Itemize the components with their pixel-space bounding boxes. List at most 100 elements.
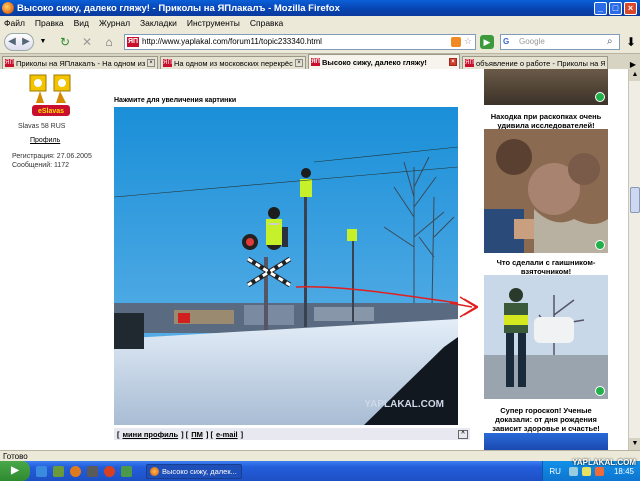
url-text[interactable]: http://www.yaplakal.com/forum11/topic233… <box>142 37 451 46</box>
page-content: eSlavas Slavas 58 RUS Профиль Регистраци… <box>0 69 628 450</box>
window-title-bar[interactable]: Высоко сижу, далеко гляжу! - Приколы на … <box>0 0 640 16</box>
ad-caption[interactable]: Супер гороскоп! Ученые доказали: от дня … <box>484 406 608 433</box>
taskbar-window-item[interactable]: Высоко сижу, далек... <box>146 463 242 479</box>
firefox-logo-icon <box>2 2 14 14</box>
address-bar[interactable]: ЯП http://www.yaplakal.com/forum11/topic… <box>124 33 476 50</box>
back-arrow-icon[interactable]: ◀ <box>8 36 16 47</box>
download-icon[interactable]: ⬇ <box>626 35 636 49</box>
search-box[interactable]: G Google ⌕ <box>500 33 620 50</box>
dropdown-icon[interactable]: ▼ <box>36 35 50 49</box>
ad-indicator-icon <box>595 240 605 250</box>
tray-app-icon[interactable] <box>594 466 604 476</box>
post-photo[interactable]: YAPLAKAL.COM <box>114 107 458 425</box>
quicklaunch-opera-icon[interactable] <box>104 465 115 477</box>
search-icon[interactable]: ⌕ <box>607 36 619 47</box>
start-button[interactable]: ▶ <box>0 461 30 481</box>
tab-close-icon[interactable]: × <box>147 59 155 67</box>
ad-image[interactable] <box>484 69 608 105</box>
tray-network-icon[interactable] <box>568 466 578 476</box>
tab-3-active[interactable]: ЯП Высоко сижу, далеко гляжу! × <box>308 54 460 69</box>
scroll-up-arrow-icon[interactable]: ▲ <box>629 69 640 81</box>
quicklaunch-ie-icon[interactable] <box>36 465 47 477</box>
post-count: Сообщений: 1172 <box>12 162 70 169</box>
sidebar-ads: Находка при раскопках очень удивила иссл… <box>478 69 610 450</box>
tab-favicon-icon: ЯП <box>163 59 172 67</box>
status-bar: Готово <box>0 450 640 461</box>
tab-label: Высоко сижу, далеко гляжу! <box>322 57 427 67</box>
close-button[interactable]: × <box>624 1 637 15</box>
post-area: Нажмите для увеличения картинки YAPLAKAL… <box>110 69 480 450</box>
clock: 18:45 <box>613 466 634 476</box>
ad-item[interactable] <box>484 275 608 399</box>
quicklaunch-app-icon[interactable] <box>87 465 98 477</box>
stop-icon[interactable]: ✕ <box>80 35 94 49</box>
quicklaunch-desktop-icon[interactable] <box>53 465 64 477</box>
maximize-button[interactable]: □ <box>609 1 622 15</box>
registration-date: Регистрация: 27.06.2005 <box>12 153 92 160</box>
firefox-icon <box>150 466 159 476</box>
window-title: Высоко сижу, далеко гляжу! - Приколы на … <box>17 2 340 14</box>
forward-arrow-icon[interactable]: ▶ <box>22 36 30 47</box>
ad-image[interactable] <box>484 275 608 399</box>
tab-1[interactable]: ЯП Приколы на ЯПлакалъ - На одном из ...… <box>2 56 158 69</box>
ad-item[interactable]: Находка при раскопках очень удивила иссл… <box>484 109 608 130</box>
quicklaunch-firefox-icon[interactable] <box>70 465 81 477</box>
ad-item[interactable] <box>484 433 608 450</box>
ad-caption[interactable]: Находка при раскопках очень удивила иссл… <box>484 112 608 130</box>
menu-bar: Файл Правка Вид Журнал Закладки Инструме… <box>0 16 640 30</box>
status-text: Готово <box>3 452 28 461</box>
tab-bar: ЯП Приколы на ЯПлакалъ - На одном из ...… <box>0 54 640 69</box>
menu-view[interactable]: Вид <box>74 18 89 28</box>
tab-favicon-icon: ЯП <box>311 58 320 66</box>
bookmark-star-icon[interactable]: ☆ <box>464 36 472 47</box>
ad-item[interactable]: Супер гороскоп! Ученые доказали: от дня … <box>484 403 608 433</box>
ad-indicator-icon <box>595 386 605 396</box>
tab-close-icon[interactable]: × <box>449 58 457 66</box>
quicklaunch-green-app-icon[interactable] <box>121 465 132 477</box>
tab-label: Приколы на ЯПлакалъ - На одном из ... <box>16 58 145 68</box>
menu-help[interactable]: Справка <box>250 18 283 28</box>
scroll-thumb[interactable] <box>630 187 640 213</box>
mini-profile-link[interactable]: мини профиль <box>123 430 179 439</box>
ad-image[interactable] <box>484 129 608 253</box>
language-indicator[interactable]: RU <box>549 467 561 476</box>
ad-caption[interactable]: Что сделали с гаишником-взяточником! <box>484 258 608 276</box>
user-stats: Регистрация: 27.06.2005 Сообщений: 1172 <box>12 152 92 170</box>
search-placeholder[interactable]: Google <box>519 37 607 46</box>
photo-watermark: YAPLAKAL.COM <box>364 399 444 410</box>
scroll-to-top-icon[interactable]: ^ <box>458 429 468 439</box>
scroll-down-arrow-icon[interactable]: ▼ <box>629 438 640 450</box>
site-favicon-icon: ЯП <box>127 36 139 47</box>
email-link[interactable]: e-mail <box>216 430 238 439</box>
menu-edit[interactable]: Правка <box>35 18 64 28</box>
menu-history[interactable]: Журнал <box>99 18 130 28</box>
go-button[interactable]: ▶ <box>480 34 494 49</box>
menu-file[interactable]: Файл <box>4 18 25 28</box>
page-scrollbar[interactable]: ▲ ▼ <box>628 69 640 450</box>
tab-2[interactable]: ЯП На одном из московских перекрёстк... … <box>160 56 306 69</box>
user-avatar: eSlavas <box>28 73 74 123</box>
ad-item[interactable] <box>484 69 608 105</box>
navigation-toolbar: ◀ ▶ ▼ ↻ ✕ ⌂ ЯП http://www.yaplakal.com/f… <box>0 30 640 54</box>
reload-icon[interactable]: ↻ <box>58 35 72 49</box>
google-icon[interactable]: G <box>501 37 519 46</box>
annotation-arrow-icon <box>450 296 480 318</box>
taskbar: ▶ Высоко сижу, далек... RU 18:45 <box>0 461 640 481</box>
menu-bookmarks[interactable]: Закладки <box>140 18 177 28</box>
minimize-button[interactable]: _ <box>594 1 607 15</box>
tray-volume-icon[interactable] <box>581 466 591 476</box>
profile-link[interactable]: Профиль <box>30 137 60 144</box>
tab-favicon-icon: ЯП <box>5 59 14 67</box>
home-icon[interactable]: ⌂ <box>102 35 116 49</box>
ad-item[interactable] <box>484 129 608 253</box>
ad-image[interactable] <box>484 433 608 450</box>
tab-label: объявление о работе - Приколы на Я... <box>476 58 605 68</box>
tab-close-icon[interactable]: × <box>295 59 303 67</box>
pm-link[interactable]: ПМ <box>191 430 203 439</box>
back-forward-buttons[interactable]: ◀ ▶ <box>4 32 34 51</box>
menu-tools[interactable]: Инструменты <box>187 18 240 28</box>
tab-list-arrow-icon[interactable]: ▶ <box>630 60 636 69</box>
rss-icon[interactable] <box>450 36 461 47</box>
tab-4[interactable]: ЯП объявление о работе - Приколы на Я... <box>462 56 608 69</box>
ad-item[interactable]: Что сделали с гаишником-взяточником! <box>484 255 608 276</box>
